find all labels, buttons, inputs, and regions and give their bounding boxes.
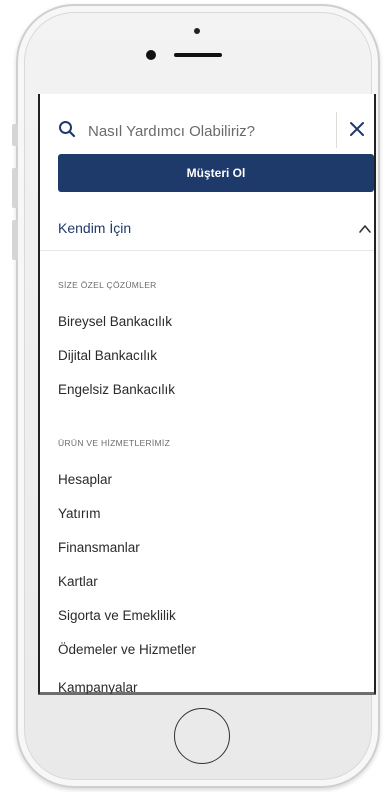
- phone-side-button: [12, 124, 18, 146]
- menu-item-odemeler-hizmetler[interactable]: Ödemeler ve Hizmetler: [58, 642, 196, 657]
- search-icon: [59, 121, 76, 138]
- menu-item-finansmanlar[interactable]: Finansmanlar: [58, 540, 140, 555]
- become-customer-button[interactable]: Müşteri Ol: [58, 154, 374, 192]
- phone-volume-down: [12, 220, 18, 260]
- menu-item-kartlar[interactable]: Kartlar: [58, 574, 98, 589]
- home-button[interactable]: [174, 708, 230, 764]
- top-camera-dot: [194, 28, 200, 34]
- group-title-size-ozel: SİZE ÖZEL ÇÖZÜMLER: [58, 280, 157, 290]
- section-header-label: Kendim İçin: [58, 220, 132, 236]
- close-icon[interactable]: [348, 120, 366, 138]
- front-camera-icon: [146, 50, 156, 60]
- phone-volume-up: [12, 168, 18, 208]
- chevron-up-icon[interactable]: [358, 222, 372, 236]
- group-title-urun-hizmet: ÜRÜN VE HİZMETLERİMİZ: [58, 438, 171, 448]
- section-header-kendim-icin[interactable]: Kendim İçin: [40, 206, 374, 251]
- search-bar: [40, 112, 374, 148]
- menu-item-hesaplar[interactable]: Hesaplar: [58, 472, 112, 487]
- menu-item-sigorta-emeklilik[interactable]: Sigorta ve Emeklilik: [58, 608, 176, 623]
- search-divider: [336, 112, 337, 148]
- app-screen: Müşteri Ol Kendim İçin SİZE ÖZEL ÇÖZÜMLE…: [38, 94, 376, 694]
- menu-item-dijital-bankacilik[interactable]: Dijital Bankacılık: [58, 348, 157, 363]
- search-input[interactable]: [86, 116, 330, 146]
- menu-item-engelsiz-bankacilik[interactable]: Engelsiz Bankacılık: [58, 382, 175, 397]
- menu-item-yatirim[interactable]: Yatırım: [58, 506, 101, 521]
- screen-bottom-edge: [38, 692, 376, 695]
- speaker-grille: [174, 53, 222, 57]
- menu-item-bireysel-bankacilik[interactable]: Bireysel Bankacılık: [58, 314, 172, 329]
